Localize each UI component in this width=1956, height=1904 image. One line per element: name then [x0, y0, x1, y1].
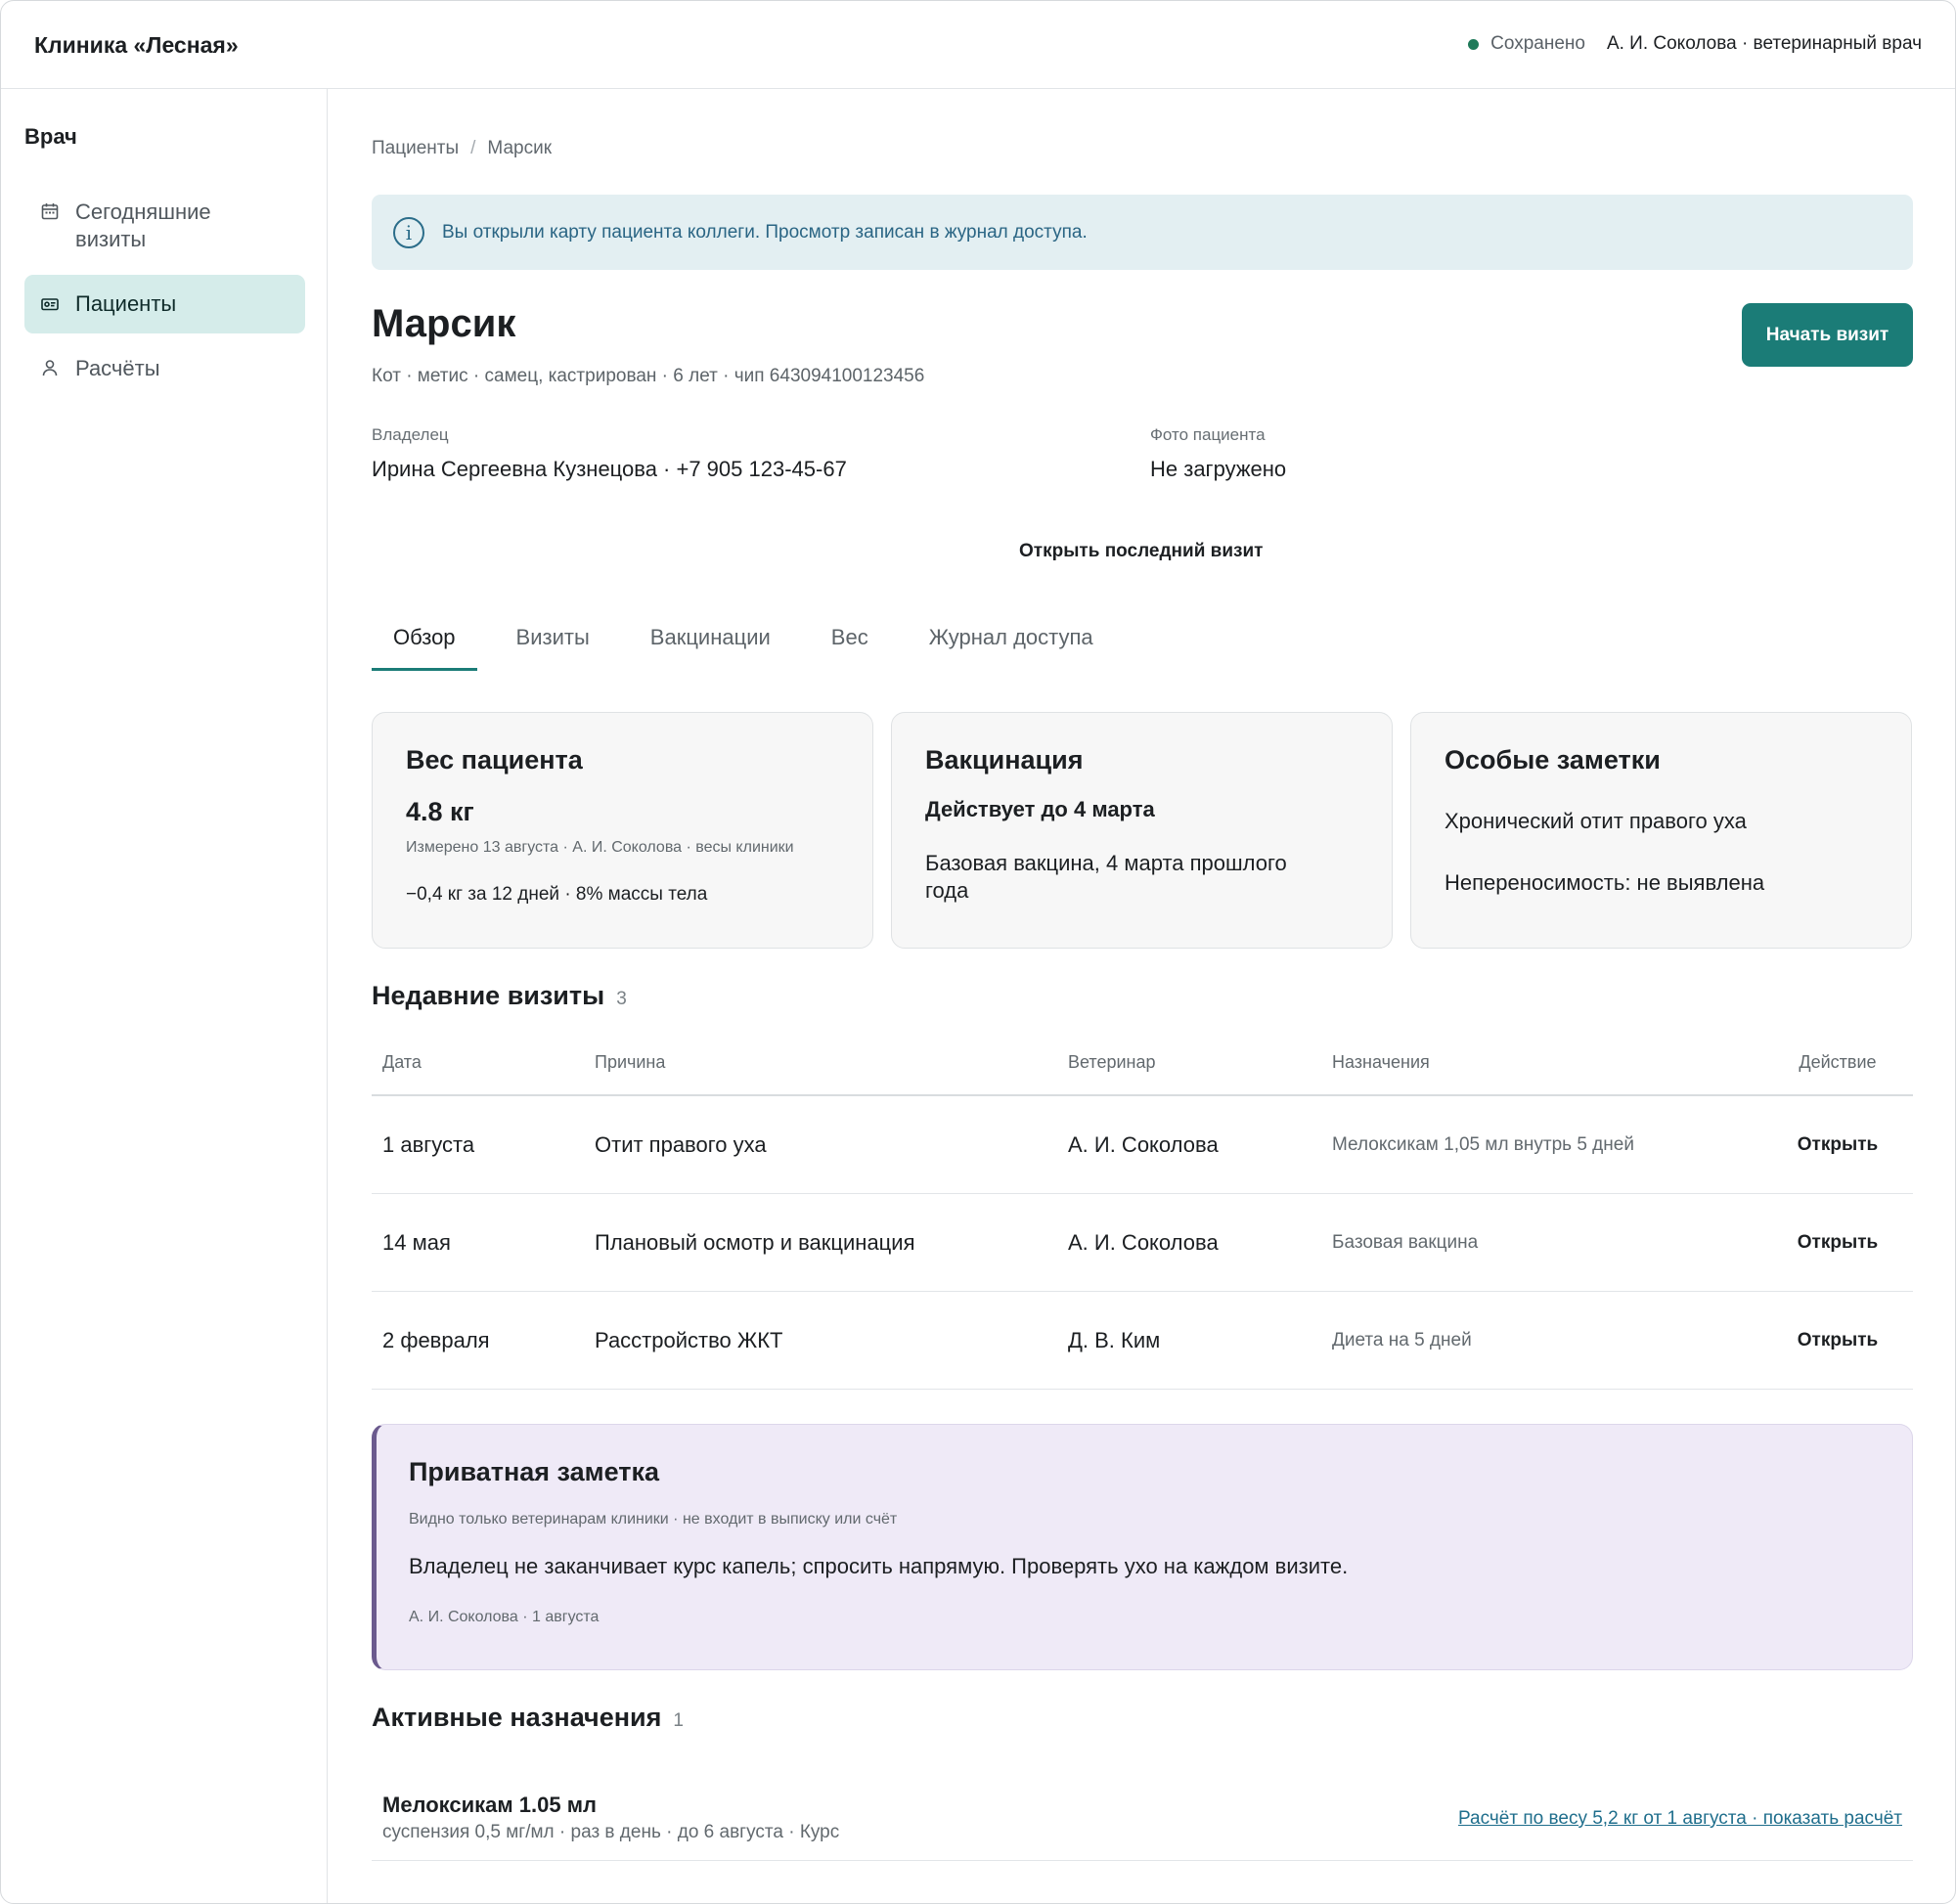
col-reason: Причина: [595, 1051, 666, 1072]
table-row: 14 мая Плановый осмотр и вакцинация А. И…: [372, 1194, 1913, 1292]
top-bar: Клиника «Лесная» Сохранено А. И. Соколов…: [1, 1, 1955, 89]
visit-date: 1 августа: [382, 1131, 475, 1157]
open-last-visit-button[interactable]: Открыть последний визит: [1019, 541, 1263, 562]
owner-label: Владелец: [372, 425, 449, 444]
visit-date: 2 февраля: [382, 1327, 490, 1352]
note-intolerance: Непереносимость: не выявлена: [1445, 870, 1765, 895]
visit-date: 14 мая: [382, 1229, 451, 1255]
weight-card-title: Вес пациента: [406, 745, 583, 775]
visit-rx: Базовая вакцина: [1332, 1231, 1479, 1253]
sidebar-item-label: Пациенты: [75, 291, 177, 316]
weight-change: −0,4 кг за 12 дней · 8% массы тела: [406, 884, 708, 905]
visit-vet: А. И. Соколова: [1068, 1229, 1219, 1255]
photo-label: Фото пациента: [1150, 425, 1266, 444]
sidebar-title: Врач: [24, 124, 77, 149]
sidebar-item-today-visits[interactable]: Сегодняшние визиты: [24, 199, 305, 257]
table-row: 2 февраля Расстройство ЖКТ Д. В. Ким Дие…: [372, 1292, 1913, 1390]
visit-rx: Диета на 5 дней: [1332, 1329, 1472, 1351]
start-visit-button[interactable]: Начать визит: [1742, 303, 1913, 367]
page-title: Марсик: [372, 302, 516, 345]
visits-table: Дата Причина Ветеринар Назначения Действ…: [372, 1030, 1913, 1390]
vaccine-status: Действует до 4 марта: [925, 797, 1155, 821]
visit-reason: Плановый осмотр и вакцинация: [595, 1229, 915, 1255]
top-bar-status: Сохранено А. И. Соколова · ветеринарный …: [1468, 33, 1922, 55]
tab-weight[interactable]: Вес: [810, 615, 890, 671]
open-visit-button[interactable]: Открыть: [1762, 1330, 1913, 1351]
private-note-title: Приватная заметка: [409, 1457, 660, 1486]
id-card-icon: [41, 298, 59, 311]
access-log-banner: i Вы открыли карту пациента коллеги. Про…: [372, 195, 1913, 270]
prescription-name: Мелоксикам 1.05 мл: [382, 1793, 597, 1817]
current-user[interactable]: А. И. Соколова · ветеринарный врач: [1607, 33, 1922, 55]
open-visit-button[interactable]: Открыть: [1762, 1232, 1913, 1254]
section-title-text: Активные назначения: [372, 1703, 662, 1732]
notes-card: Особые заметки Хронический отит правого …: [1410, 712, 1912, 949]
sidebar: Врач Сегодняшние визиты Пациенты Расчёты: [1, 89, 328, 1903]
col-vet: Ветеринар: [1068, 1051, 1156, 1072]
owner-value: Ирина Сергеевна Кузнецова · +7 905 123-4…: [372, 457, 847, 481]
saved-dot-icon: [1468, 38, 1480, 50]
col-date: Дата: [382, 1051, 422, 1072]
info-icon: i: [393, 216, 424, 248]
sidebar-item-calculations[interactable]: Расчёты: [24, 355, 305, 394]
tab-access-log[interactable]: Журнал доступа: [908, 615, 1115, 671]
vaccine-card-title: Вакцинация: [925, 745, 1084, 775]
calendar-icon: [41, 203, 59, 220]
list-item: Мелоксикам 1.05 мл суспензия 0,5 мг/мл ·…: [372, 1769, 1913, 1861]
open-visit-button[interactable]: Открыть: [1762, 1134, 1913, 1156]
visit-reason: Расстройство ЖКТ: [595, 1327, 783, 1352]
private-note-subtitle: Видно только ветеринарам клиники · не вх…: [409, 1511, 898, 1528]
weight-value: 4.8 кг: [406, 797, 474, 826]
breadcrumb-root-link[interactable]: Пациенты: [372, 138, 459, 159]
section-title-text: Недавние визиты: [372, 981, 605, 1010]
summary-cards: Вес пациента 4.8 кг Измерено 13 августа …: [372, 712, 1913, 949]
vaccine-detail: Базовая вакцина, 4 марта прошлого года: [925, 851, 1287, 903]
breadcrumb-separator: /: [470, 138, 476, 158]
clinic-brand: Клиника «Лесная»: [34, 32, 239, 58]
private-note: Приватная заметка Видно только ветеринар…: [372, 1424, 1913, 1670]
active-prescriptions-title: Активные назначения 1: [372, 1703, 684, 1733]
col-action: Действие: [1799, 1051, 1877, 1072]
user-icon: [42, 360, 58, 376]
table-row: 1 августа Отит правого уха А. И. Соколов…: [372, 1096, 1913, 1194]
save-status: Сохранено: [1490, 33, 1585, 54]
visit-vet: Д. В. Ким: [1068, 1327, 1161, 1352]
visit-rx: Мелоксикам 1,05 мл внутрь 5 дней: [1332, 1133, 1634, 1155]
show-calculation-link[interactable]: Расчёт по весу 5,2 кг от 1 августа · пок…: [1458, 1808, 1902, 1830]
private-note-author: А. И. Соколова · 1 августа: [409, 1609, 600, 1625]
patient-meta: Кот · метис · самец, кастрирован · 6 лет…: [372, 366, 925, 386]
tab-overview[interactable]: Обзор: [372, 615, 477, 671]
private-note-body: Владелец не заканчивает курс капель; спр…: [409, 1554, 1349, 1578]
tab-visits[interactable]: Визиты: [495, 615, 611, 671]
app-window: Клиника «Лесная» Сохранено А. И. Соколов…: [0, 0, 1956, 1904]
visit-reason: Отит правого уха: [595, 1131, 767, 1157]
sidebar-item-patients[interactable]: Пациенты: [24, 275, 305, 333]
sidebar-item-label: Расчёты: [75, 356, 160, 380]
banner-text: Вы открыли карту пациента коллеги. Просм…: [442, 221, 1088, 243]
notes-card-title: Особые заметки: [1445, 745, 1661, 775]
recent-visits-title: Недавние визиты 3: [372, 981, 627, 1011]
visits-count: 3: [616, 989, 627, 1009]
breadcrumb-current: Марсик: [487, 138, 553, 158]
breadcrumb: Пациенты / Марсик: [372, 138, 552, 159]
note-chronic: Хронический отит правого уха: [1445, 809, 1747, 833]
prescription-detail: суспензия 0,5 мг/мл · раз в день · до 6 …: [382, 1822, 840, 1842]
col-prescriptions: Назначения: [1332, 1051, 1430, 1072]
tab-vaccinations[interactable]: Вакцинации: [629, 615, 792, 671]
photo-value: Не загружено: [1150, 457, 1287, 481]
prescriptions-count: 1: [673, 1710, 684, 1731]
patient-tabs: Обзор Визиты Вакцинации Вес Журнал досту…: [372, 615, 1913, 671]
weight-card: Вес пациента 4.8 кг Измерено 13 августа …: [372, 712, 873, 949]
weight-measured: Измерено 13 августа · А. И. Соколова · в…: [406, 839, 794, 856]
table-header: Дата Причина Ветеринар Назначения Действ…: [372, 1030, 1913, 1096]
visit-vet: А. И. Соколова: [1068, 1131, 1219, 1157]
sidebar-item-label: Сегодняшние визиты: [75, 199, 211, 251]
vaccine-card: Вакцинация Действует до 4 марта Базовая …: [891, 712, 1393, 949]
